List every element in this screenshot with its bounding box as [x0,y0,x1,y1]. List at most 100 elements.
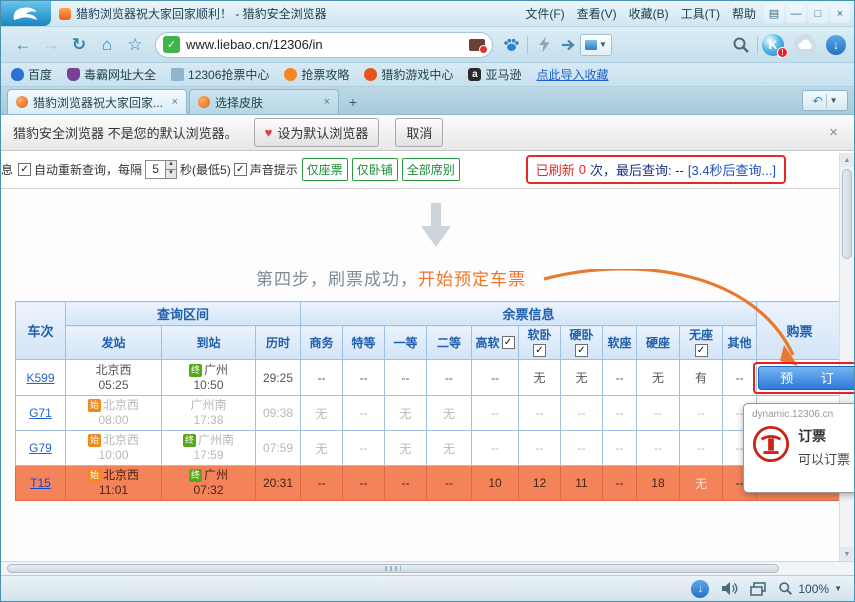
sound-alert-checkbox[interactable]: ✓ [234,163,247,176]
book-button[interactable]: 预 订 [758,366,855,390]
minimize-button[interactable]: — [786,5,806,23]
filter-button-2[interactable]: 全部席别 [402,158,460,181]
train-row-g71: G71始北京西08:00广州南17:3809:38无--无无----------… [16,396,843,431]
lightning-speed-icon[interactable] [532,33,556,57]
baidu-paw-icon [11,68,24,81]
train-code-cell: K599 [16,360,66,396]
back-button[interactable]: ← [9,32,37,58]
station-text: 北京西 [103,398,139,412]
address-bar[interactable]: ✓ www.liebao.cn/12306/in [155,32,493,58]
depart-cell: 始北京西08:00 [66,396,162,431]
filter-button-0[interactable]: 仅座票 [302,158,348,181]
heart-icon: ♥ [265,125,273,140]
set-default-browser-button[interactable]: ♥ 设为默认浏览器 [254,118,380,147]
bookmark-item-5[interactable]: a亚马逊 [468,66,521,83]
interval-value[interactable]: 5 [146,161,165,178]
url-text[interactable]: www.liebao.cn/12306/in [186,37,469,52]
stepper-arrows[interactable]: ▲ ▼ [165,161,176,178]
refresh-button[interactable]: ↻ [65,32,93,58]
station-time: 17:38 [164,413,253,428]
station-time: 08:00 [68,413,159,428]
bookmarks-bar: 百度毒霸网址大全 12306抢票中心抢票攻略 猎豹游戏中心 a亚马逊点此导入收藏 [1,63,854,87]
game-center-icon [364,68,377,81]
new-tab-button[interactable]: + [341,92,365,112]
col-seat-1: 特等 [343,326,385,360]
seat-cell-5: -- [519,396,561,431]
start-station-badge: 始 [88,399,101,412]
close-notification-icon[interactable]: × [825,124,842,141]
zoom-control[interactable]: 100% ▼ [778,581,842,596]
train-code-link[interactable]: T15 [30,476,51,490]
chevron-down-icon: ▼ [830,96,838,105]
scrollbar-thumb[interactable] [842,169,852,259]
skin-panel-button[interactable]: ▤ [764,5,784,23]
bookmark-item-0[interactable]: 百度 [11,66,52,83]
menu-item-3[interactable]: 工具(T) [675,2,726,26]
scroll-down-icon[interactable]: ▼ [840,547,854,561]
train-code-link[interactable]: G79 [29,441,52,455]
scrollbar-thumb[interactable] [7,564,779,573]
horizontal-scrollbar[interactable] [1,561,854,575]
download-manager-icon[interactable]: ↓ [826,35,846,55]
favorites-star-button[interactable]: ☆ [121,32,149,58]
vertical-scrollbar[interactable]: ▲ ▼ [839,153,854,561]
auto-query-checkbox[interactable]: ✓ [18,163,31,176]
downloads-icon[interactable]: ↓ [691,580,709,598]
amazon-icon: a [468,68,481,81]
tab-1[interactable]: 选择皮肤× [189,89,339,114]
station-text: 广州南 [190,398,226,412]
tab-close-icon[interactable]: × [172,96,178,108]
menu-item-4[interactable]: 帮助 [726,2,762,26]
home-button[interactable]: ⌂ [93,32,121,58]
close-button[interactable]: × [830,5,850,23]
grab-ticket-paw-icon[interactable] [499,33,523,57]
skin-image-dropdown[interactable]: ▼ [580,34,612,56]
bookmark-label: 猎豹游戏中心 [381,66,453,83]
stepper-down-icon[interactable]: ▼ [166,170,176,178]
seat-cell-3: 无 [427,396,472,431]
station-time: 05:25 [68,378,159,393]
station-text: 广州 [204,363,228,377]
cascade-windows-icon[interactable] [750,582,766,596]
tab-0[interactable]: 猎豹浏览器祝大家回家...× [7,89,187,114]
scroll-up-icon[interactable]: ▲ [840,153,854,167]
col-train-code: 车次 [16,302,66,360]
menu-item-0[interactable]: 文件(F) [519,2,570,26]
go-arrow-icon[interactable] [556,33,580,57]
maximize-button[interactable]: □ [808,5,828,23]
menu-item-2[interactable]: 收藏(B) [623,2,675,26]
seat-cell-0: -- [301,466,343,501]
liebao-logo-icon[interactable] [1,1,51,26]
interval-stepper[interactable]: 5 ▲ ▼ [145,160,177,179]
filter-button-1[interactable]: 仅卧铺 [352,158,398,181]
col-duration: 历时 [256,326,301,360]
arrive-cell: 广州南17:38 [162,396,256,431]
stepper-up-icon[interactable]: ▲ [166,161,176,170]
train-code-link[interactable]: K599 [26,371,54,385]
duba-k-icon[interactable]: K! [762,34,784,56]
tab-close-icon[interactable]: × [324,96,330,108]
cloud-sync-icon[interactable] [794,34,816,56]
seat-cell-3: 无 [427,431,472,466]
seat-filter-checkbox[interactable]: ✓ [502,336,515,349]
seat-cell-7: -- [603,466,637,501]
search-icon[interactable] [729,33,753,57]
bookmark-item-4[interactable]: 猎豹游戏中心 [364,66,453,83]
undo-arrow-icon: ↶ [813,94,823,108]
refresh-middle: 次，最后查询: -- [590,160,684,179]
seat-cell-6: -- [561,431,603,466]
snapshot-icon[interactable] [469,39,485,51]
train-code-link[interactable]: G71 [29,406,52,420]
bookmark-item-3[interactable]: 抢票攻略 [284,66,349,83]
menu-item-1[interactable]: 查看(V) [571,2,623,26]
speaker-icon[interactable] [721,581,738,596]
forward-button[interactable]: → [37,32,65,58]
bookmark-item-2[interactable]: 12306抢票中心 [171,66,269,83]
restore-closed-tab-button[interactable]: ↶ ▼ [802,90,848,111]
seat-cell-2: 无 [385,396,427,431]
seat-cell-3: -- [427,360,472,396]
zoom-level: 100% [798,582,829,596]
bookmark-item-1[interactable]: 毒霸网址大全 [67,66,156,83]
bookmark-item-6[interactable]: 点此导入收藏 [536,66,608,83]
cancel-button[interactable]: 取消 [395,118,443,147]
